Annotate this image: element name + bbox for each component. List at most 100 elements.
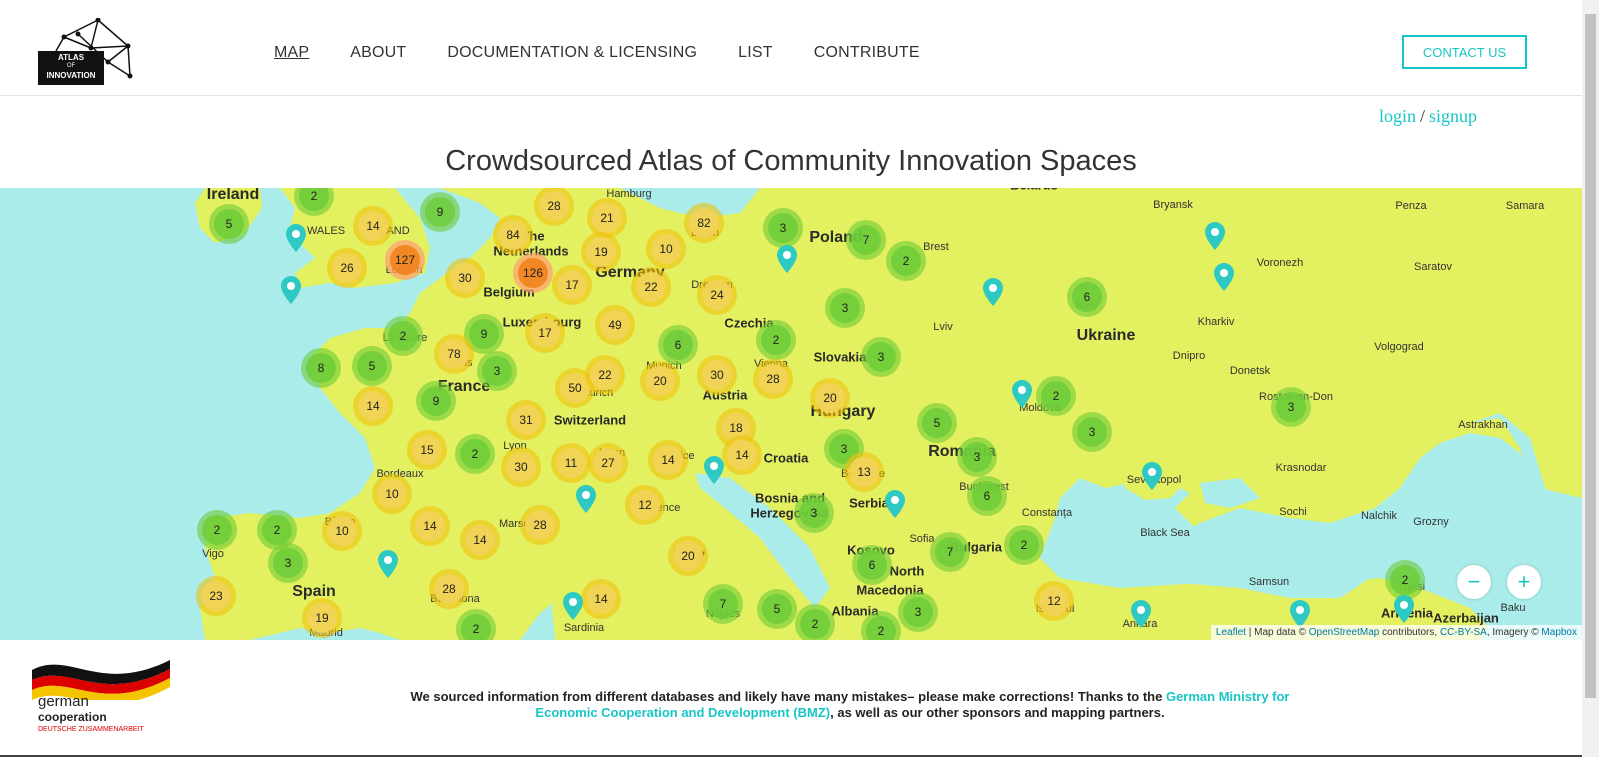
nav-list[interactable]: LIST	[738, 44, 773, 62]
map-cluster-marker[interactable]: 5	[917, 403, 957, 443]
map-cluster-marker[interactable]: 3	[477, 351, 517, 391]
leaflet-link[interactable]: Leaflet	[1216, 627, 1246, 638]
map-pin-icon[interactable]	[378, 550, 398, 578]
license-link[interactable]: CC-BY-SA	[1440, 627, 1487, 638]
map-cluster-marker[interactable]: 17	[525, 313, 565, 353]
map-cluster-marker[interactable]: 22	[631, 267, 671, 307]
map-cluster-marker[interactable]: 15	[407, 430, 447, 470]
map-cluster-marker[interactable]: 6	[852, 545, 892, 585]
map-cluster-marker[interactable]: 12	[1034, 581, 1074, 621]
map-cluster-marker[interactable]: 30	[445, 258, 485, 298]
signup-link[interactable]: signup	[1429, 106, 1477, 126]
map-cluster-marker[interactable]: 28	[753, 359, 793, 399]
contact-us-button[interactable]: CONTACT US	[1402, 35, 1527, 69]
map-cluster-marker[interactable]: 30	[501, 447, 541, 487]
map-cluster-marker[interactable]: 3	[957, 437, 997, 477]
map-pin-icon[interactable]	[1290, 600, 1310, 628]
map-cluster-marker[interactable]: 3	[794, 493, 834, 533]
map-cluster-marker[interactable]: 7	[930, 532, 970, 572]
map-cluster-marker[interactable]: 7	[703, 584, 743, 624]
map-cluster-marker[interactable]: 2	[455, 434, 495, 474]
nav-documentation[interactable]: DOCUMENTATION & LICENSING	[447, 44, 697, 62]
map-pin-icon[interactable]	[777, 245, 797, 273]
map-cluster-marker[interactable]: 27	[588, 443, 628, 483]
map-cluster-marker[interactable]: 10	[646, 229, 686, 269]
map-cluster-marker[interactable]: 11	[551, 443, 591, 483]
map-cluster-marker[interactable]: 22	[585, 355, 625, 395]
map-cluster-marker[interactable]: 2	[257, 510, 297, 550]
map-cluster-marker[interactable]: 8	[301, 348, 341, 388]
map-pin-icon[interactable]	[281, 276, 301, 304]
map-cluster-marker[interactable]: 7	[846, 220, 886, 260]
map-pin-icon[interactable]	[1214, 263, 1234, 291]
map-pin-icon[interactable]	[983, 278, 1003, 306]
map-cluster-marker[interactable]: 23	[196, 576, 236, 616]
map-cluster-marker[interactable]: 2	[1004, 525, 1044, 565]
map-cluster-marker[interactable]: 3	[763, 208, 803, 248]
map-cluster-marker[interactable]: 126	[513, 253, 553, 293]
map-pin-icon[interactable]	[704, 456, 724, 484]
map-pin-icon[interactable]	[1205, 222, 1225, 250]
map-pin-icon[interactable]	[563, 592, 583, 620]
map-cluster-marker[interactable]: 5	[209, 204, 249, 244]
zoom-out-button[interactable]: −	[1457, 565, 1491, 599]
map-cluster-marker[interactable]: 26	[327, 248, 367, 288]
map-container[interactable]: IrelandWALESLANDHamburgBelarusBryanskPen…	[0, 188, 1582, 640]
login-link[interactable]: login	[1379, 106, 1416, 126]
map-cluster-marker[interactable]: 2	[197, 510, 237, 550]
map-cluster-marker[interactable]: 2	[756, 320, 796, 360]
map-cluster-marker[interactable]: 5	[352, 346, 392, 386]
map-cluster-marker[interactable]: 82	[684, 203, 724, 243]
map-cluster-marker[interactable]: 3	[825, 288, 865, 328]
map-pin-icon[interactable]	[286, 224, 306, 252]
zoom-in-button[interactable]: +	[1507, 565, 1541, 599]
mapbox-link[interactable]: Mapbox	[1541, 627, 1577, 638]
map-cluster-marker[interactable]: 127	[385, 240, 425, 280]
nav-map[interactable]: MAP	[274, 44, 309, 62]
map-cluster-marker[interactable]: 10	[372, 474, 412, 514]
map-cluster-marker[interactable]: 2	[1385, 560, 1425, 600]
map-cluster-marker[interactable]: 5	[757, 589, 797, 629]
osm-link[interactable]: OpenStreetMap	[1309, 627, 1380, 638]
map-pin-icon[interactable]	[1142, 462, 1162, 490]
map-cluster-marker[interactable]: 3	[898, 592, 938, 632]
map-cluster-marker[interactable]: 19	[302, 598, 342, 638]
map-cluster-marker[interactable]: 6	[967, 476, 1007, 516]
map-cluster-marker[interactable]: 3	[1072, 412, 1112, 452]
map-cluster-marker[interactable]: 30	[697, 355, 737, 395]
map-cluster-marker[interactable]: 14	[581, 579, 621, 619]
map-cluster-marker[interactable]: 10	[322, 511, 362, 551]
map-pin-icon[interactable]	[1131, 600, 1151, 628]
map-cluster-marker[interactable]: 2	[383, 316, 423, 356]
scrollbar-thumb[interactable]	[1585, 14, 1596, 698]
map-pin-icon[interactable]	[1012, 380, 1032, 408]
map-cluster-marker[interactable]: 14	[353, 386, 393, 426]
map-cluster-marker[interactable]: 12	[625, 485, 665, 525]
map-cluster-marker[interactable]: 20	[668, 536, 708, 576]
map-cluster-marker[interactable]: 9	[416, 381, 456, 421]
map-cluster-marker[interactable]: 9	[420, 192, 460, 232]
map-cluster-marker[interactable]: 13	[844, 452, 884, 492]
map-pin-icon[interactable]	[1394, 595, 1414, 623]
nav-about[interactable]: ABOUT	[350, 44, 406, 62]
map-cluster-marker[interactable]: 14	[648, 440, 688, 480]
map-cluster-marker[interactable]: 31	[506, 400, 546, 440]
map-cluster-marker[interactable]: 84	[493, 215, 533, 255]
nav-contribute[interactable]: CONTRIBUTE	[814, 44, 920, 62]
map-cluster-marker[interactable]: 14	[460, 520, 500, 560]
map-cluster-marker[interactable]: 2	[1036, 376, 1076, 416]
map-pin-icon[interactable]	[576, 485, 596, 513]
map-cluster-marker[interactable]: 3	[1271, 387, 1311, 427]
map-cluster-marker[interactable]: 19	[581, 232, 621, 272]
map-cluster-marker[interactable]: 20	[810, 378, 850, 418]
map-cluster-marker[interactable]: 14	[722, 435, 762, 475]
map-cluster-marker[interactable]: 24	[697, 275, 737, 315]
map-cluster-marker[interactable]: 14	[353, 206, 393, 246]
map-cluster-marker[interactable]: 20	[640, 361, 680, 401]
map-cluster-marker[interactable]: 49	[595, 305, 635, 345]
map-cluster-marker[interactable]: 3	[861, 337, 901, 377]
map-cluster-marker[interactable]: 2	[795, 604, 835, 640]
map-cluster-marker[interactable]: 6	[1067, 277, 1107, 317]
map-cluster-marker[interactable]: 28	[520, 505, 560, 545]
map-cluster-marker[interactable]: 6	[658, 325, 698, 365]
